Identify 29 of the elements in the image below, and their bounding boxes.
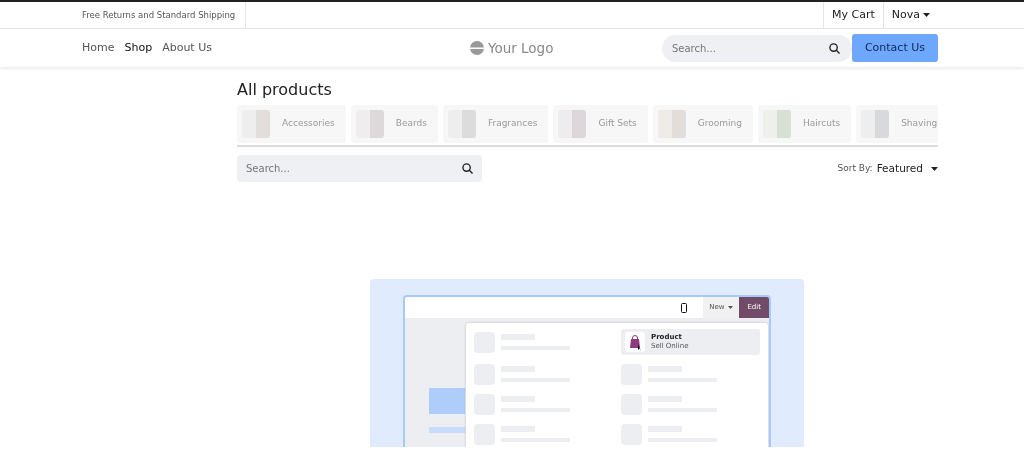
thumbnail-image (558, 110, 587, 139)
nav-link[interactable]: About Us (162, 39, 212, 57)
announcement-text: Free Returns and Standard Shipping (82, 2, 247, 28)
page-title: All products (237, 80, 333, 100)
nav-link[interactable]: Shop (124, 39, 153, 57)
nav-link[interactable]: Home (82, 39, 115, 57)
shopping-bag-icon (625, 332, 645, 353)
thumbnail-image (657, 110, 686, 139)
thumbnail-image (861, 110, 890, 139)
thumbnail-image (447, 110, 476, 139)
phone-icon (681, 302, 688, 313)
contact-us-button[interactable]: Contact Us (851, 33, 938, 63)
logo-text: Your Logo (487, 38, 554, 58)
search-icon (462, 163, 473, 175)
thumbnail-image (355, 110, 384, 139)
caret-icon (728, 306, 734, 310)
sort-dropdown[interactable]: Featured (876, 160, 938, 177)
thumbnail-image (242, 110, 270, 139)
search-icon (828, 42, 840, 54)
image-block (429, 388, 465, 415)
caret-icon (923, 13, 930, 17)
sort-label: Sort By: (837, 161, 873, 175)
thumbnail-image (763, 110, 791, 139)
cart-link[interactable]: My Cart (823, 2, 883, 28)
caret-icon (931, 166, 938, 171)
search-field[interactable]: Search... (661, 34, 852, 62)
user-menu[interactable]: Nova (882, 2, 938, 28)
search-field[interactable]: Search... (237, 155, 482, 183)
logo-icon (469, 41, 484, 55)
